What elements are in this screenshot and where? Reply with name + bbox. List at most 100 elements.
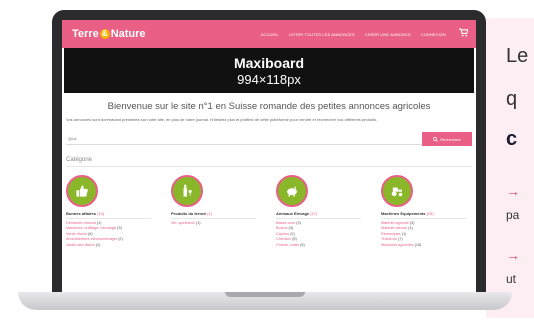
side-bullet-1-text: pa [506,208,520,222]
logo-ampersand: & [99,29,110,40]
item-label: Machines, outillage, bricolage [66,226,117,230]
pig-icon[interactable] [276,175,308,207]
category-underline [276,218,361,219]
thumbs-up-icon[interactable] [66,175,98,207]
nav-links: ACCUEIL LISTER TOUTES LES ANNONCES CRÉER… [261,20,446,48]
side-heading-line-3: c [506,128,518,150]
item-count: (3) [117,226,122,230]
category-underline [66,218,151,219]
cart-icon[interactable] [459,28,469,39]
item-label: Ameublement-électroménager [66,237,118,241]
category-title-text: Produits du terroir [171,211,207,216]
category-count: (13) [97,211,105,216]
category-item[interactable]: Machines agricoles (10) [381,243,471,247]
category-animaux-elevage: Animaux Elevage (27) Basse-cour (3) Bovi… [276,175,366,247]
category-item[interactable]: Vente divers (6) [66,232,156,236]
category-item[interactable]: Bovins (3) [276,226,366,230]
category-machines-equipements: Machines Equipements (25) Matériel agric… [381,175,471,247]
side-bullet-2-text: ut [506,272,517,286]
item-label: Basse-cour [276,220,296,225]
category-count: (1) [207,211,213,216]
category-underline [381,218,466,219]
category-item[interactable]: Jardin des divers (1) [66,243,156,247]
item-count: (10) [414,242,422,247]
item-count: (1) [95,242,101,247]
category-item[interactable]: Tracteurs (7) [381,237,471,241]
welcome-subtext: Vos annonces sont dorénavant présentes s… [66,117,378,122]
nav-lister-annonces[interactable]: LISTER TOUTES LES ANNONCES [289,32,355,37]
item-label: Vin, spiritueux [171,220,195,225]
nav-creer-annonce[interactable]: CRÉER UNE ANNONCE [365,32,411,37]
category-divider [66,166,472,167]
category-title-text: Animaux Elevage [276,211,310,216]
category-item[interactable]: Caprins (2) [276,232,366,236]
wine-bottle-icon[interactable] [171,175,203,207]
search-input[interactable] [66,132,423,145]
category-item[interactable]: Matériel viticole (1) [381,226,471,230]
category-item[interactable]: Matériel agricole (3) [381,221,471,225]
item-count: (1) [195,220,201,225]
item-label: Chiens, chats [276,242,300,247]
category-heading: Catégorie [66,157,93,163]
category-title[interactable]: Animaux Elevage (27) [276,211,366,216]
search-button[interactable]: Rechercher [422,132,472,146]
item-count: (3) [288,226,294,230]
search-row: Rechercher [66,132,472,146]
category-item[interactable]: Machines, outillage, bricolage (3) [66,226,156,230]
category-item[interactable]: Demande d'achat (1) [66,221,156,225]
ad-size: 994×118px [237,72,301,87]
logo-text-nature: Nature [110,28,146,40]
category-title[interactable]: Produits du terroir (1) [171,211,261,216]
item-label: Remorques [381,231,401,236]
side-bullet-2-arrow: → [506,247,520,263]
category-underline [171,218,256,219]
item-count: (2) [118,237,123,241]
category-title-text: Bonnes affaires [66,211,97,216]
category-produits-terroir: Produits du terroir (1) Vin, spiritueux … [171,175,261,225]
tractor-icon[interactable] [381,175,413,207]
logo-text-terre: Terre [72,28,99,40]
item-label: Jardin des divers [66,242,95,247]
welcome-heading: Bienvenue sur le site n°1 en Suisse roma… [107,101,431,112]
category-title[interactable]: Bonnes affaires (13) [66,211,156,216]
ad-title: Maxiboard [233,55,304,71]
item-label: Matériel viticole [381,226,408,230]
item-count: (3) [409,220,415,225]
item-label: Demande d'achat [66,220,96,225]
category-count: (27) [310,211,318,216]
item-label: Tracteurs [381,237,397,241]
laptop-screen: Terre & Nature ACCUEIL LISTER TOUTES LES A… [62,20,476,292]
item-label: Bovins [276,226,288,230]
category-item[interactable]: Ameublement-électroménager (2) [66,237,156,241]
item-count: (5) [300,242,305,247]
item-label: Machines agricoles [381,242,414,247]
category-count: (25) [426,211,434,216]
side-bullet-1-arrow: → [506,183,520,199]
item-count: (3) [296,220,301,225]
item-count: (1) [401,231,407,236]
side-heading-line-2: q [506,88,518,110]
nav-accueil[interactable]: ACCUEIL [261,32,279,37]
category-bonnes-affaires: Bonnes affaires (13) Demande d'achat (1)… [66,175,156,247]
item-count: (1) [408,226,413,230]
search-button-label: Rechercher [440,136,461,142]
item-label: Chevaux [276,237,291,241]
item-count: (5) [292,237,297,241]
nav-connexion[interactable]: CONNEXION [421,32,446,37]
search-icon [433,136,439,142]
item-count: (2) [290,231,295,236]
laptop-notch [225,292,305,297]
site-logo[interactable]: Terre & Nature [72,28,146,40]
side-heading-line-1: Le [506,45,529,67]
category-item[interactable]: Remorques (1) [381,232,471,236]
category-item[interactable]: Chevaux (5) [276,237,366,241]
item-label: Matériel agricole [381,220,409,225]
category-item[interactable]: Vin, spiritueux (1) [171,221,261,225]
category-item[interactable]: Basse-cour (3) [276,221,366,225]
item-count: (7) [397,237,403,241]
category-title[interactable]: Machines Equipements (25) [381,211,471,216]
category-item[interactable]: Chiens, chats (5) [276,243,366,247]
item-count: (1) [96,220,102,225]
item-label: Vente divers [66,231,87,236]
ad-banner[interactable]: Maxiboard 994×118px [64,48,474,93]
